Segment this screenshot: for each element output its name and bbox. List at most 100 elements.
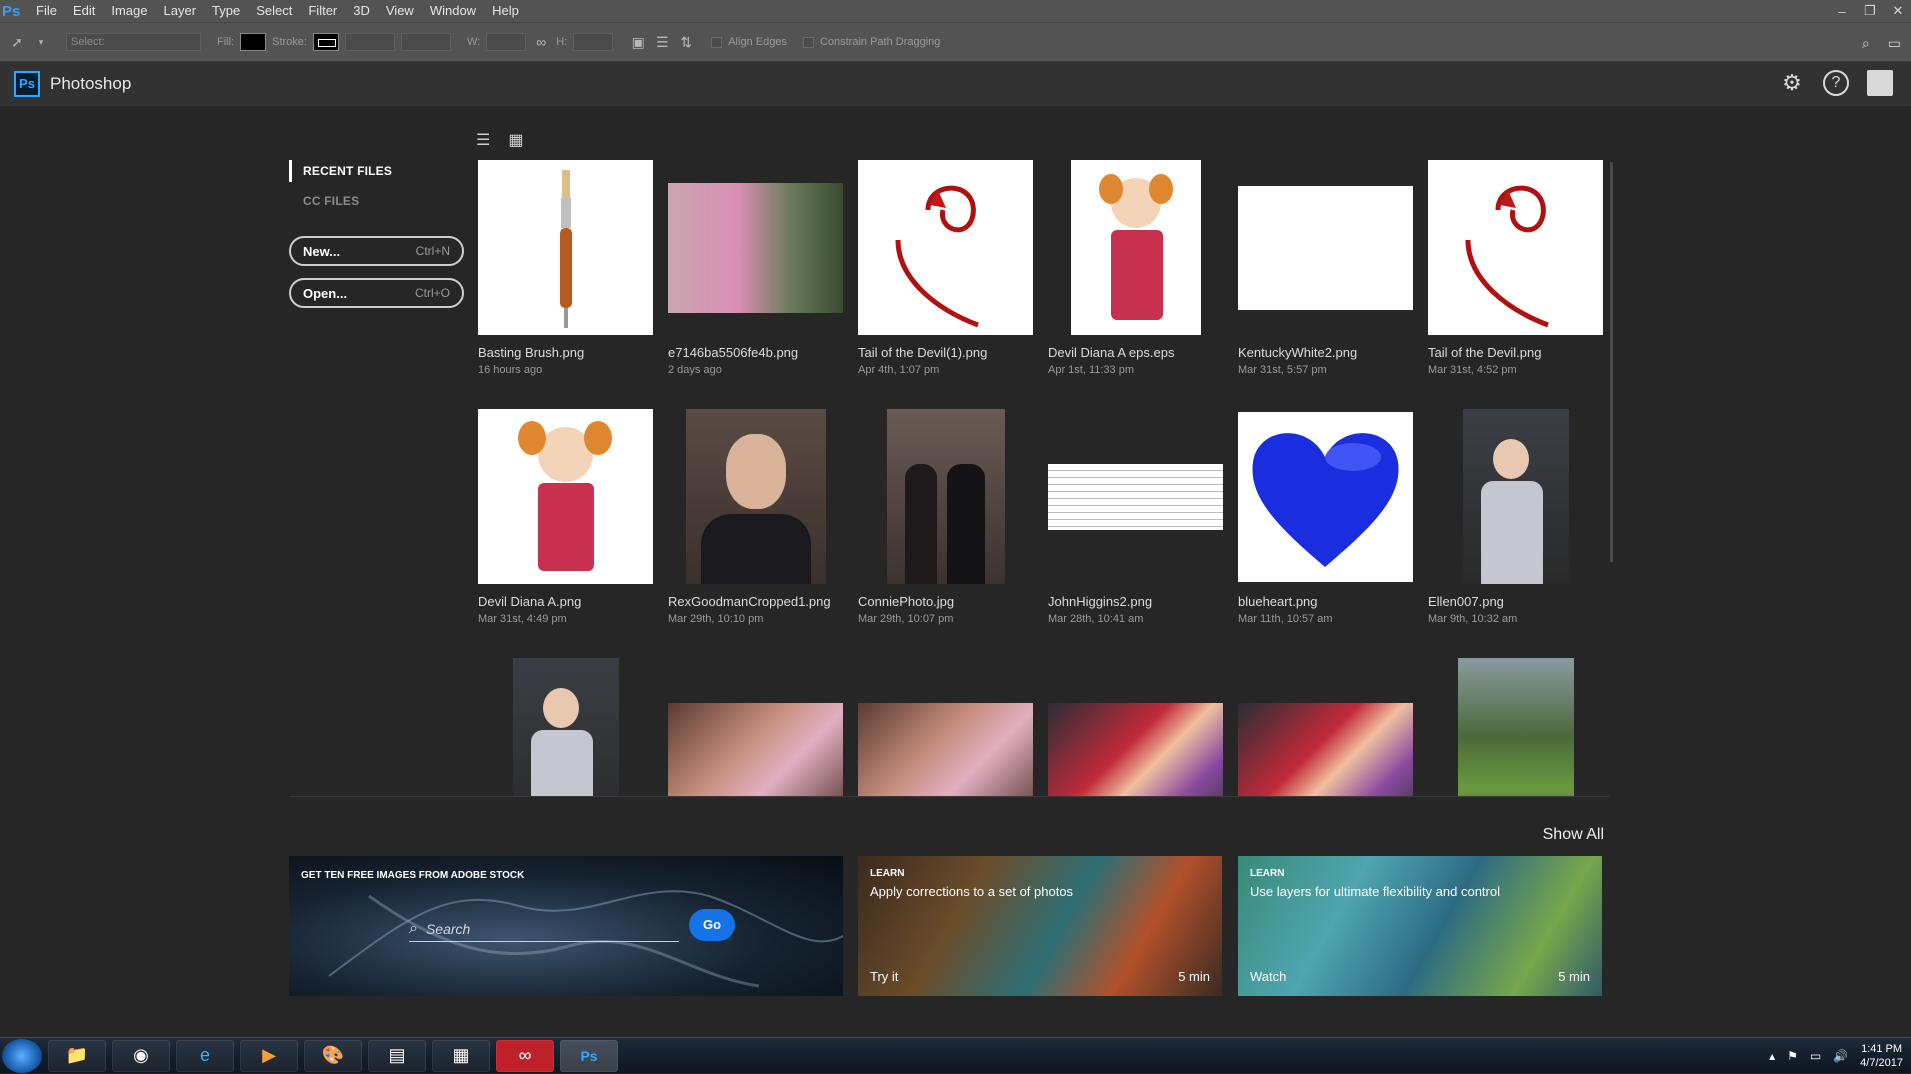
menu-window[interactable]: Window: [422, 0, 484, 22]
stroke-type-dropdown[interactable]: [400, 33, 451, 51]
show-all-link[interactable]: Show All: [1543, 826, 1604, 844]
file-thumbnail[interactable]: [1048, 409, 1223, 584]
app-icon-2[interactable]: ▦: [432, 1039, 490, 1072]
menu-help[interactable]: Help: [484, 0, 527, 22]
select-dropdown[interactable]: Select:: [66, 33, 201, 51]
file-card[interactable]: blueheart.png Mar 11th, 10:57 am: [1238, 409, 1413, 625]
file-card[interactable]: Ellen007.png Mar 9th, 10:32 am: [1428, 409, 1603, 625]
help-icon[interactable]: ?: [1823, 70, 1849, 96]
stroke-width-field[interactable]: [344, 33, 395, 51]
file-thumbnail[interactable]: [1238, 658, 1413, 796]
path-alignment-icon[interactable]: ☰: [653, 33, 671, 51]
stock-search-input[interactable]: ⌕ Search: [409, 916, 679, 942]
file-card[interactable]: Tail of the Devil.png Mar 31st, 4:52 pm: [1428, 160, 1603, 376]
link-icon[interactable]: ∞: [532, 33, 550, 51]
chrome-icon[interactable]: ◉: [112, 1039, 170, 1072]
align-edges-checkbox[interactable]: [711, 36, 723, 48]
chevron-down-icon[interactable]: ▾: [32, 33, 50, 51]
fill-swatch[interactable]: [240, 33, 267, 51]
tray-expand-icon[interactable]: ▴: [1769, 1049, 1775, 1063]
constrain-checkbox[interactable]: [802, 36, 814, 48]
user-icon[interactable]: [1867, 70, 1893, 96]
list-view-icon[interactable]: ☰: [476, 130, 490, 150]
learn-tile-layers[interactable]: LEARN Use layers for ultimate flexibilit…: [1238, 856, 1602, 996]
internet-explorer-icon[interactable]: e: [176, 1039, 234, 1072]
file-thumbnail[interactable]: [668, 160, 843, 335]
menu-image[interactable]: Image: [103, 0, 155, 22]
gear-icon[interactable]: ⚙: [1779, 70, 1805, 96]
file-card[interactable]: Basting Brush.png 16 hours ago: [478, 160, 653, 376]
file-card[interactable]: JohnHiggins2.png Mar 28th, 10:41 am: [1048, 409, 1223, 625]
learn-tile-corrections[interactable]: LEARN Apply corrections to a set of phot…: [858, 856, 1222, 996]
file-card[interactable]: e7146ba5506fe4b.png 2 days ago: [668, 160, 843, 376]
file-thumbnail[interactable]: [478, 160, 653, 335]
volume-icon[interactable]: 🔊: [1833, 1049, 1848, 1063]
file-card[interactable]: KentuckyWhite2.png Mar 31st, 5:57 pm: [1238, 160, 1413, 376]
menu-type[interactable]: Type: [204, 0, 248, 22]
file-card[interactable]: [478, 658, 653, 796]
minimize-button[interactable]: –: [1835, 4, 1849, 19]
file-card[interactable]: [1238, 658, 1413, 796]
paint-icon[interactable]: 🎨: [304, 1039, 362, 1072]
file-card[interactable]: ConniePhoto.jpg Mar 29th, 10:07 pm: [858, 409, 1033, 625]
menu-file[interactable]: File: [28, 0, 65, 22]
clock[interactable]: 1:41 PM 4/7/2017: [1860, 1042, 1903, 1070]
file-thumbnail[interactable]: [858, 160, 1033, 335]
learn-action[interactable]: Try it: [870, 969, 898, 984]
file-thumbnail[interactable]: [1048, 160, 1223, 335]
adobe-stock-tile: GET TEN FREE IMAGES FROM ADOBE STOCK ⌕ S…: [289, 856, 843, 996]
height-field[interactable]: [573, 33, 614, 51]
file-card[interactable]: [1428, 658, 1603, 796]
file-thumbnail[interactable]: [478, 658, 653, 796]
menu-layer[interactable]: Layer: [156, 0, 205, 22]
file-thumbnail[interactable]: [1428, 658, 1603, 796]
width-field[interactable]: [486, 33, 527, 51]
file-thumbnail[interactable]: [1238, 160, 1413, 335]
workspace-icon[interactable]: ▭: [1888, 35, 1901, 52]
file-card[interactable]: [668, 658, 843, 796]
stroke-swatch[interactable]: [312, 33, 339, 51]
learn-action[interactable]: Watch: [1250, 969, 1286, 984]
open-button[interactable]: Open... Ctrl+O: [289, 278, 464, 308]
file-card[interactable]: [858, 658, 1033, 796]
file-thumbnail[interactable]: [478, 409, 653, 584]
menu-filter[interactable]: Filter: [300, 0, 345, 22]
media-player-icon[interactable]: ▶: [240, 1039, 298, 1072]
file-card[interactable]: [1048, 658, 1223, 796]
file-thumbnail[interactable]: [858, 409, 1033, 584]
file-card[interactable]: Tail of the Devil(1).png Apr 4th, 1:07 p…: [858, 160, 1033, 376]
creative-cloud-icon[interactable]: ∞: [496, 1039, 554, 1072]
file-thumbnail[interactable]: [668, 658, 843, 796]
file-thumbnail[interactable]: [1238, 409, 1413, 584]
app-icon[interactable]: ▤: [368, 1039, 426, 1072]
nav-recent-files[interactable]: RECENT FILES: [289, 160, 464, 182]
file-explorer-icon[interactable]: 📁: [48, 1039, 106, 1072]
file-card[interactable]: Devil Diana A.png Mar 31st, 4:49 pm: [478, 409, 653, 625]
close-button[interactable]: ✕: [1891, 3, 1905, 19]
search-icon[interactable]: ⌕: [1862, 35, 1870, 52]
file-card[interactable]: Devil Diana A eps.eps Apr 1st, 11:33 pm: [1048, 160, 1223, 376]
path-arrangement-icon[interactable]: ⇅: [677, 33, 695, 51]
menu-view[interactable]: View: [378, 0, 422, 22]
file-thumbnail[interactable]: [668, 409, 843, 584]
path-select-tool-icon[interactable]: ➚: [8, 33, 26, 51]
file-card[interactable]: RexGoodmanCropped1.png Mar 29th, 10:10 p…: [668, 409, 843, 625]
file-thumbnail[interactable]: [858, 658, 1033, 796]
file-thumbnail[interactable]: [1428, 409, 1603, 584]
grid-scrollbar[interactable]: [1610, 162, 1613, 562]
nav-cc-files[interactable]: CC FILES: [289, 190, 464, 212]
menu-select[interactable]: Select: [248, 0, 300, 22]
path-operations-icon[interactable]: ▣: [629, 33, 647, 51]
menu-edit[interactable]: Edit: [65, 0, 103, 22]
file-thumbnail[interactable]: [1048, 658, 1223, 796]
start-button[interactable]: [2, 1038, 42, 1073]
photoshop-taskbar-icon[interactable]: Ps: [560, 1039, 618, 1072]
go-button[interactable]: Go: [689, 909, 735, 941]
menu-3d[interactable]: 3D: [345, 0, 378, 22]
file-thumbnail[interactable]: [1428, 160, 1603, 335]
new-button[interactable]: New... Ctrl+N: [289, 236, 464, 266]
flag-icon[interactable]: ⚑: [1787, 1049, 1798, 1063]
network-icon[interactable]: ▭: [1810, 1049, 1821, 1063]
restore-button[interactable]: ❐: [1863, 3, 1877, 19]
grid-view-icon[interactable]: ▦: [508, 130, 523, 150]
